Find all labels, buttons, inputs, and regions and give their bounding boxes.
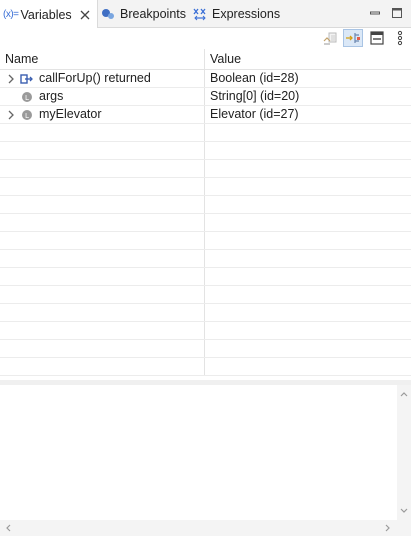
view-tab-bar: (x)= Variables Breakpoints Expressions: [0, 0, 411, 29]
empty-cell: [0, 340, 205, 357]
empty-row: [0, 250, 411, 268]
empty-cell: [0, 196, 205, 213]
view-toolbar: [0, 28, 411, 48]
tab-breakpoints-label: Breakpoints: [120, 7, 187, 21]
empty-cell: [0, 322, 205, 339]
variable-name: myElevator: [39, 107, 102, 121]
empty-cell: [0, 214, 205, 231]
svg-text:L: L: [25, 112, 29, 120]
tab-expressions-label: Expressions: [212, 7, 281, 21]
tab-variables[interactable]: (x)= Variables: [0, 0, 98, 29]
table-header: Name Value: [0, 49, 411, 70]
empty-cell: [205, 304, 411, 321]
empty-rows: [0, 124, 411, 376]
no-children-spacer: [4, 90, 18, 104]
empty-cell: [205, 178, 411, 195]
scroll-down-icon[interactable]: [399, 506, 409, 516]
empty-cell: [0, 358, 205, 375]
collapse-all-icon[interactable]: [320, 29, 340, 47]
empty-cell: [205, 124, 411, 141]
scroll-up-icon[interactable]: [399, 389, 409, 399]
empty-row: [0, 196, 411, 214]
empty-cell: [205, 322, 411, 339]
empty-cell: [0, 142, 205, 159]
variable-value: Elevator (id=27): [210, 107, 299, 121]
scrollbar-corner: [397, 520, 411, 536]
horizontal-scrollbar[interactable]: [0, 520, 397, 536]
name-cell: L myElevator: [0, 106, 205, 123]
empty-row: [0, 214, 411, 232]
empty-row: [0, 304, 411, 322]
maximize-icon[interactable]: [390, 6, 404, 20]
tab-expressions[interactable]: Expressions: [192, 0, 280, 28]
empty-row: [0, 358, 411, 376]
variable-name: callForUp() returned: [39, 71, 151, 85]
name-cell: L args: [0, 88, 205, 105]
table-row[interactable]: L myElevator Elevator (id=27): [0, 106, 411, 124]
variable-value: Boolean (id=28): [210, 71, 299, 85]
vertical-scrollbar[interactable]: [397, 385, 411, 520]
empty-cell: [205, 196, 411, 213]
variables-icon: (x)=: [3, 9, 19, 20]
method-result-icon: [20, 72, 34, 86]
empty-cell: [0, 268, 205, 285]
empty-row: [0, 232, 411, 250]
empty-cell: [205, 232, 411, 249]
empty-cell: [205, 142, 411, 159]
svg-text:L: L: [25, 94, 29, 102]
detail-pane[interactable]: [0, 385, 397, 520]
column-header-value[interactable]: Value: [205, 49, 411, 70]
empty-row: [0, 124, 411, 142]
empty-cell: [205, 160, 411, 177]
empty-row: [0, 268, 411, 286]
tab-breakpoints[interactable]: Breakpoints: [100, 0, 186, 28]
close-icon[interactable]: [80, 10, 90, 20]
breakpoints-icon: [100, 6, 116, 22]
table-row[interactable]: callForUp() returned Boolean (id=28): [0, 70, 411, 88]
empty-cell: [205, 250, 411, 267]
empty-cell: [0, 250, 205, 267]
scroll-left-icon[interactable]: [3, 523, 13, 533]
name-cell: callForUp() returned: [0, 70, 205, 87]
column-header-name[interactable]: Name: [0, 49, 205, 70]
empty-cell: [205, 286, 411, 303]
empty-cell: [0, 160, 205, 177]
empty-row: [0, 340, 411, 358]
empty-row: [0, 178, 411, 196]
minimize-icon[interactable]: [368, 6, 382, 20]
empty-cell: [205, 268, 411, 285]
variable-value: String[0] (id=20): [210, 89, 300, 103]
empty-cell: [0, 304, 205, 321]
expressions-icon: [192, 6, 208, 22]
show-logical-structure-icon[interactable]: [343, 29, 363, 47]
view-menu-icon[interactable]: [390, 29, 410, 47]
tab-variables-label: Variables: [20, 7, 72, 22]
expand-chevron-icon[interactable]: [4, 108, 18, 122]
expand-chevron-icon[interactable]: [4, 72, 18, 86]
empty-cell: [205, 358, 411, 375]
table-row[interactable]: L args String[0] (id=20): [0, 88, 411, 106]
empty-cell: [0, 178, 205, 195]
layout-icon[interactable]: [367, 29, 387, 47]
scroll-right-icon[interactable]: [383, 523, 393, 533]
empty-row: [0, 160, 411, 178]
empty-row: [0, 142, 411, 160]
empty-cell: [0, 232, 205, 249]
empty-cell: [0, 124, 205, 141]
variable-name: args: [39, 89, 64, 103]
local-variable-icon: L: [20, 90, 34, 104]
empty-cell: [0, 286, 205, 303]
variables-tree-table[interactable]: Name Value callForUp() returned Boolean …: [0, 49, 411, 380]
empty-row: [0, 322, 411, 340]
empty-row: [0, 286, 411, 304]
empty-cell: [205, 214, 411, 231]
local-variable-icon: L: [20, 108, 34, 122]
empty-cell: [205, 340, 411, 357]
